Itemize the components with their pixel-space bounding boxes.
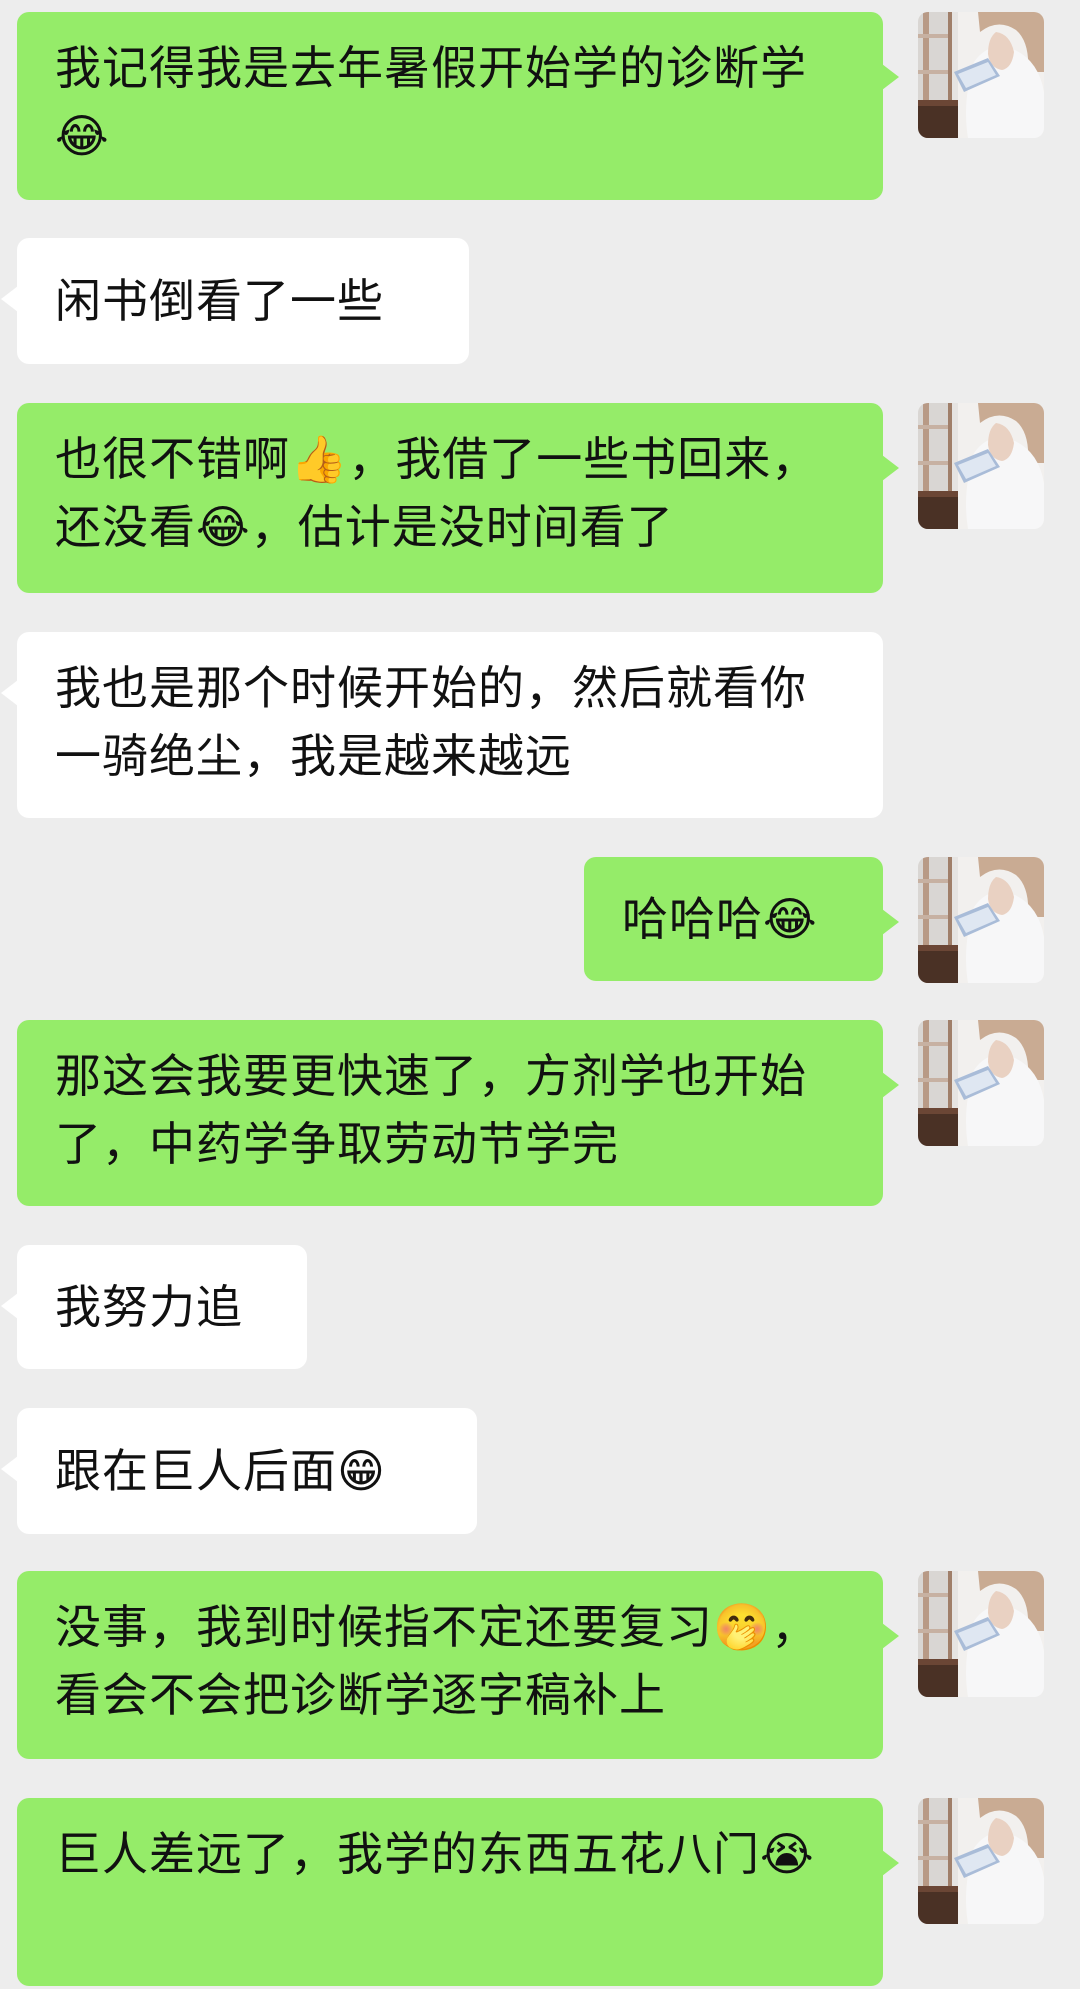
- sent-message-bubble[interactable]: 巨人差远了，我学的东西五花八门😭: [17, 1798, 899, 1986]
- self-avatar[interactable]: [918, 1020, 1044, 1146]
- message-row: 没事，我到时候指不定还要复习🤭，看会不会把诊断学逐字稿补上: [0, 1571, 1080, 1759]
- message-row: 哈哈哈😂: [0, 857, 1080, 983]
- self-avatar[interactable]: [918, 403, 1044, 529]
- self-avatar[interactable]: [918, 1798, 1044, 1924]
- message-row: 闲书倒看了一些: [0, 238, 1080, 364]
- received-message-bubble[interactable]: 我也是那个时候开始的，然后就看你一骑绝尘，我是越来越远: [1, 632, 883, 818]
- sent-message-bubble[interactable]: 哈哈哈😂: [584, 857, 899, 981]
- message-row: 我记得我是去年暑假开始学的诊断学😂: [0, 12, 1080, 202]
- message-row: 我也是那个时候开始的，然后就看你一骑绝尘，我是越来越远: [0, 632, 1080, 818]
- sent-message-bubble[interactable]: 那这会我要更快速了，方剂学也开始了，中药学争取劳动节学完: [17, 1020, 899, 1206]
- self-avatar[interactable]: [918, 12, 1044, 138]
- message-row: 也很不错啊👍，我借了一些书回来，还没看😂，估计是没时间看了: [0, 403, 1080, 593]
- message-row: 跟在巨人后面😁: [0, 1408, 1080, 1534]
- message-row: 我努力追: [0, 1245, 1080, 1369]
- received-message-bubble[interactable]: 我努力追: [1, 1245, 307, 1369]
- sent-message-bubble[interactable]: 也很不错啊👍，我借了一些书回来，还没看😂，估计是没时间看了: [17, 403, 899, 593]
- received-message-bubble[interactable]: 跟在巨人后面😁: [1, 1408, 477, 1534]
- sent-message-bubble[interactable]: 没事，我到时候指不定还要复习🤭，看会不会把诊断学逐字稿补上: [17, 1571, 899, 1759]
- received-message-bubble[interactable]: 闲书倒看了一些: [1, 238, 469, 364]
- message-row: 巨人差远了，我学的东西五花八门😭: [0, 1798, 1080, 1988]
- self-avatar[interactable]: [918, 1571, 1044, 1697]
- sent-message-bubble[interactable]: 我记得我是去年暑假开始学的诊断学😂: [17, 12, 899, 200]
- self-avatar[interactable]: [918, 857, 1044, 983]
- message-row: 那这会我要更快速了，方剂学也开始了，中药学争取劳动节学完: [0, 1020, 1080, 1206]
